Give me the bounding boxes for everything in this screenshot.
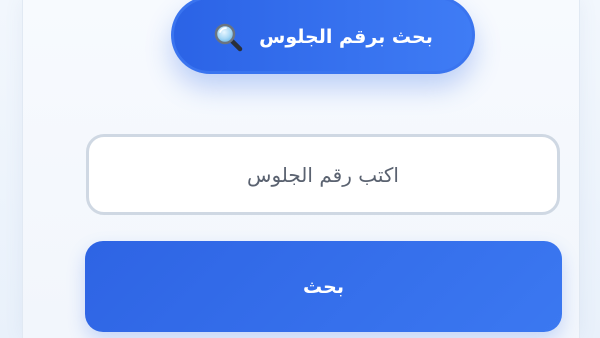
search-button[interactable]: بحث [85, 241, 562, 332]
header-title: بحث برقم الجلوس [259, 26, 433, 48]
header-pill: بحث برقم الجلوس [171, 0, 475, 74]
seat-number-input[interactable] [89, 136, 557, 213]
search-card: بحث برقم الجلوس بحث [22, 0, 580, 338]
magnifier-icon [213, 22, 243, 52]
seat-number-field[interactable] [86, 134, 560, 215]
